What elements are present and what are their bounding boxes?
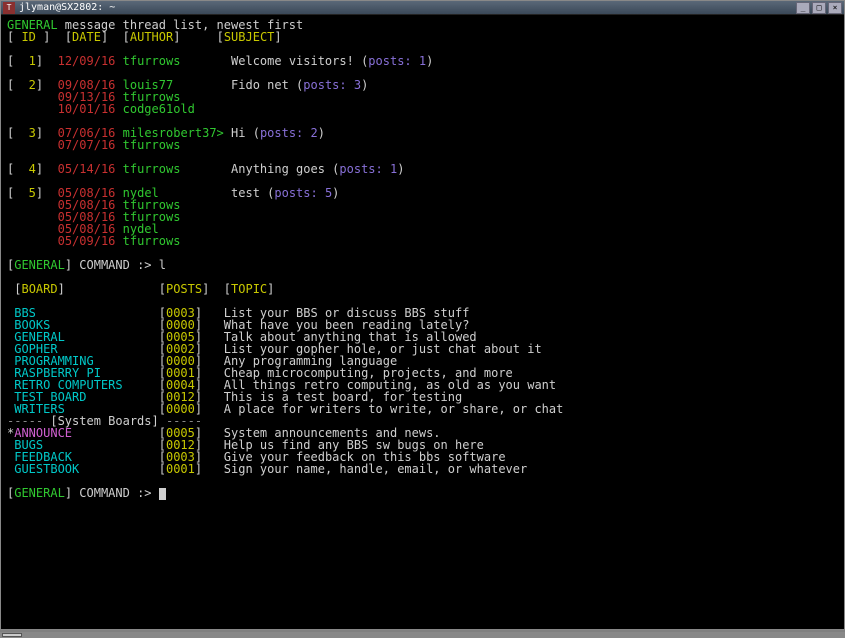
- cursor: [159, 488, 166, 500]
- titlebar[interactable]: T jlyman@SX2802: ~ _ □ ×: [1, 1, 844, 15]
- terminal-content[interactable]: GENERAL message thread list, newest firs…: [1, 15, 844, 629]
- window-title: jlyman@SX2802: ~: [19, 2, 796, 13]
- maximize-button[interactable]: □: [812, 2, 826, 14]
- terminal-window: T jlyman@SX2802: ~ _ □ × GENERAL message…: [0, 0, 845, 630]
- close-button[interactable]: ×: [828, 2, 842, 14]
- taskbar[interactable]: [0, 632, 845, 638]
- minimize-button[interactable]: _: [796, 2, 810, 14]
- app-icon: T: [3, 2, 15, 14]
- taskbar-item[interactable]: [2, 633, 22, 637]
- window-controls: _ □ ×: [796, 2, 842, 14]
